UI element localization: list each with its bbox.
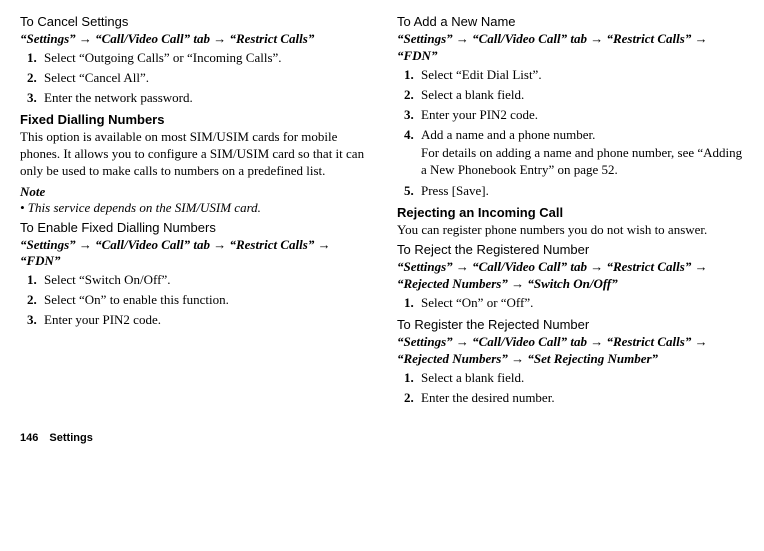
step-item: Enter the desired number.: [417, 390, 744, 406]
nav-path-enable-fdn: “Settings” → “Call/Video Call” tab → “Re…: [20, 237, 367, 271]
step-item: Press [Save].: [417, 183, 744, 199]
step-item: Enter your PIN2 code.: [417, 107, 744, 123]
step-detail: For details on adding a name and phone n…: [421, 145, 744, 179]
heading-reject: Rejecting an Incoming Call: [397, 205, 744, 220]
step-item: Select “On” to enable this function.: [40, 292, 367, 308]
body-fdn: This option is available on most SIM/USI…: [20, 129, 367, 180]
steps-add-name: Select “Edit Dial List”. Select a blank …: [397, 67, 744, 199]
step-text: Add a name and a phone number.: [421, 127, 595, 142]
step-item: Enter your PIN2 code.: [40, 312, 367, 328]
step-item: Select “Edit Dial List”.: [417, 67, 744, 83]
heading-cancel-settings: To Cancel Settings: [20, 14, 367, 29]
page-footer: 146 Settings: [20, 432, 744, 444]
right-column: To Add a New Name “Settings” → “Call/Vid…: [397, 10, 744, 412]
step-item: Select “Cancel All”.: [40, 70, 367, 86]
heading-enable-fdn: To Enable Fixed Dialling Numbers: [20, 220, 367, 235]
steps-enable-fdn: Select “Switch On/Off”. Select “On” to e…: [20, 272, 367, 328]
body-reject: You can register phone numbers you do no…: [397, 222, 744, 239]
steps-cancel-settings: Select “Outgoing Calls” or “Incoming Cal…: [20, 50, 367, 106]
note-label: Note: [20, 184, 367, 200]
left-column: To Cancel Settings “Settings” → “Call/Vi…: [20, 10, 367, 412]
steps-reject-registered: Select “On” or “Off”.: [397, 295, 744, 311]
heading-fdn: Fixed Dialling Numbers: [20, 112, 367, 127]
step-item: Add a name and a phone number. For detai…: [417, 127, 744, 179]
nav-path-cancel-settings: “Settings” → “Call/Video Call” tab → “Re…: [20, 31, 367, 48]
step-item: Select “Outgoing Calls” or “Incoming Cal…: [40, 50, 367, 66]
footer-section: Settings: [49, 432, 92, 444]
step-item: Select “On” or “Off”.: [417, 295, 744, 311]
steps-register-rejected: Select a blank field. Enter the desired …: [397, 370, 744, 406]
nav-path-register-rejected: “Settings” → “Call/Video Call” tab → “Re…: [397, 334, 744, 368]
page-number: 146: [20, 432, 38, 444]
step-item: Enter the network password.: [40, 90, 367, 106]
heading-add-name: To Add a New Name: [397, 14, 744, 29]
page-columns: To Cancel Settings “Settings” → “Call/Vi…: [20, 10, 744, 412]
step-item: Select “Switch On/Off”.: [40, 272, 367, 288]
nav-path-reject-registered: “Settings” → “Call/Video Call” tab → “Re…: [397, 259, 744, 293]
heading-reject-registered: To Reject the Registered Number: [397, 242, 744, 257]
step-item: Select a blank field.: [417, 87, 744, 103]
note-item: • This service depends on the SIM/USIM c…: [20, 200, 367, 216]
step-item: Select a blank field.: [417, 370, 744, 386]
heading-register-rejected: To Register the Rejected Number: [397, 317, 744, 332]
nav-path-add-name: “Settings” → “Call/Video Call” tab → “Re…: [397, 31, 744, 65]
